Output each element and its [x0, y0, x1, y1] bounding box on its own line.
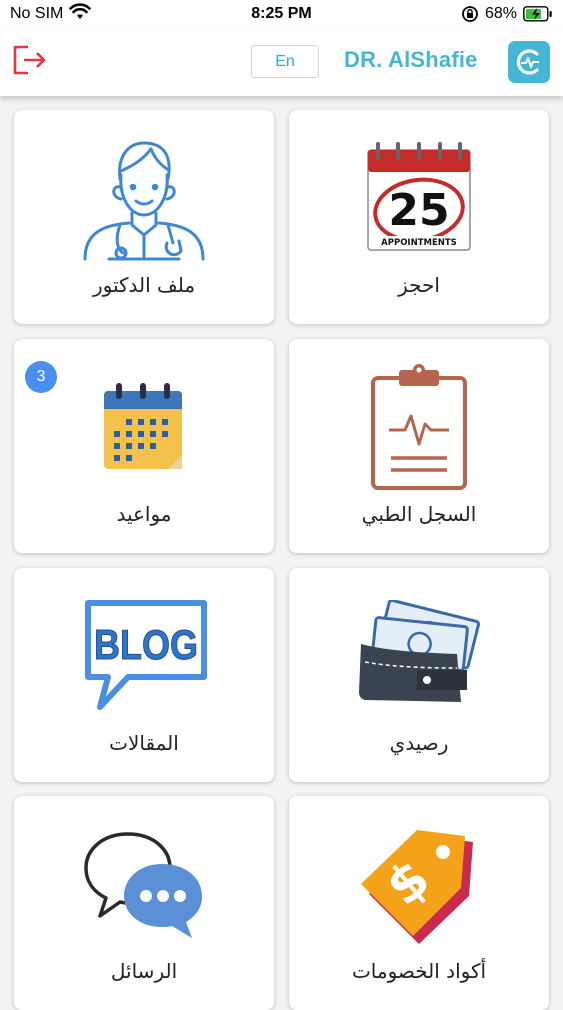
battery-charging-icon [523, 6, 552, 22]
calendar-caption: APPOINTMENTS [381, 238, 457, 248]
tile-label: المقالات [109, 731, 179, 755]
tile-label: أكواد الخصومات [351, 959, 487, 983]
blog-icon: BLOG [14, 586, 274, 726]
calendar-25-icon: 25 APPOINTMENTS [289, 128, 549, 268]
tile-label: السجل الطبي [361, 502, 477, 526]
tile-articles[interactable]: BLOG المقالات [14, 568, 274, 782]
tile-my-balance[interactable]: $ رصيدي [289, 568, 549, 782]
tile-label: مواعيد [116, 502, 172, 526]
tile-messages[interactable]: الرسائل [14, 796, 274, 1010]
calendar-number: 25 [388, 185, 449, 236]
language-button[interactable]: En [251, 45, 319, 78]
status-bar: No SIM 8:25 PM 68% [0, 0, 563, 28]
tile-medical-record[interactable]: السجل الطبي [289, 339, 549, 553]
tile-label: احجز [398, 273, 440, 297]
tile-appointments[interactable]: 3 مواعيد [14, 339, 274, 553]
discount-tag-icon: $ [289, 814, 549, 954]
tile-book[interactable]: 25 APPOINTMENTS احجز [289, 110, 549, 324]
tile-label: رصيدي [389, 731, 449, 755]
brand-title: DR. AlShafie [344, 47, 478, 72]
brand-logo-icon [508, 41, 550, 83]
doctor-icon [14, 128, 274, 268]
tile-doctor-profile[interactable]: ملف الدكتور [14, 110, 274, 324]
orientation-lock-icon [462, 6, 478, 22]
logout-icon[interactable] [11, 43, 49, 77]
clipboard-medical-icon [289, 357, 549, 497]
battery-percent: 68% [485, 5, 518, 22]
tile-discount-codes[interactable]: $ أكواد الخصومات [289, 796, 549, 1010]
chat-icon [14, 814, 274, 954]
calendar-icon [14, 357, 274, 497]
blog-text: BLOG [94, 621, 198, 668]
tile-label: ملف الدكتور [92, 273, 196, 297]
tile-label: الرسائل [110, 959, 178, 983]
wallet-icon: $ [289, 586, 549, 726]
app-header: En DR. AlShafie [0, 28, 563, 96]
